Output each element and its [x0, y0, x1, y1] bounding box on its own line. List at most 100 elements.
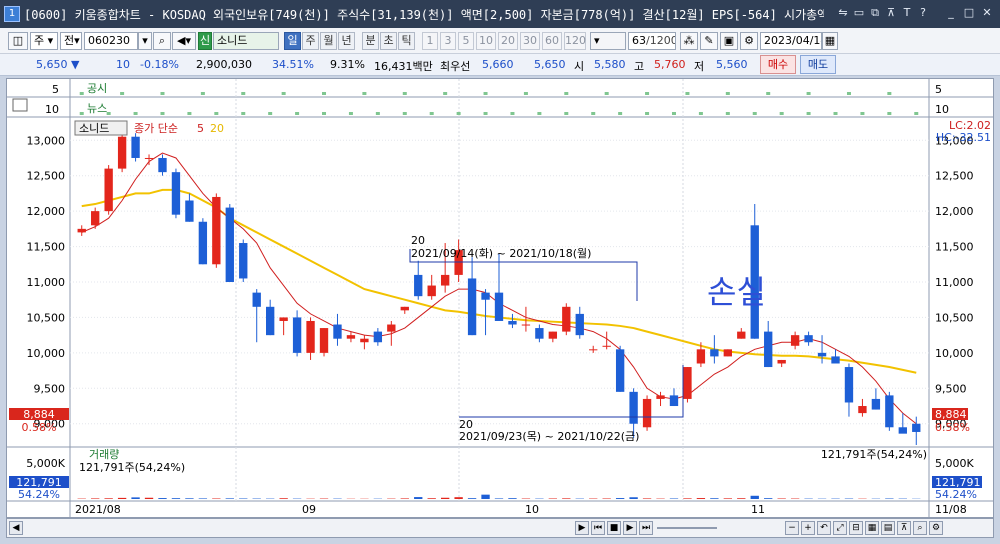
volume-info-right: 121,791주(54,24%)	[821, 448, 927, 461]
pin-icon-bottom[interactable]: ⊼	[897, 521, 911, 535]
scroll-right-icon[interactable]: ▶	[575, 521, 589, 535]
draw-icon[interactable]: ✎	[700, 32, 718, 50]
candle-body	[898, 427, 907, 434]
window-title: [0600] 키움종합차트 - KOSDAQ 외국인보유[749(천)] 주식수…	[24, 8, 824, 22]
pin-icon[interactable]: ⊼	[884, 6, 898, 20]
volume-bar	[117, 497, 127, 499]
text-icon[interactable]: T	[900, 6, 914, 20]
restore-group-icon[interactable]: ▭	[852, 6, 866, 20]
interval-1[interactable]: 1	[422, 32, 438, 50]
volume-bar	[494, 498, 504, 499]
chart-scrollbar[interactable]: ◀ ▶ ⏮ ■ ▶ ⏭ − + ↶ ⤢ ⊟ ▦ ▤ ⊼ ⌕ ⚙	[6, 518, 994, 538]
candle-body	[333, 324, 342, 339]
loss-annotation: 손실	[707, 273, 766, 311]
volume-bar	[723, 498, 732, 499]
volume-bar	[440, 497, 450, 499]
stock-code-input[interactable]: 060230	[84, 32, 138, 50]
title-bar: 1 [0600] 키움종합차트 - KOSDAQ 외국인보유[749(천)] 주…	[0, 0, 1000, 28]
market-select[interactable]: 주 ▾	[30, 32, 58, 50]
grid-icon[interactable]: ▦	[865, 521, 879, 535]
candle-body	[508, 320, 517, 325]
news-mark	[402, 112, 407, 115]
sell-button[interactable]: 매도	[800, 55, 836, 74]
undo-icon[interactable]: ↶	[817, 521, 831, 535]
period-minute[interactable]: 분	[362, 32, 379, 50]
first-icon[interactable]: ⏮	[591, 521, 605, 535]
x-label-nov: 11	[751, 503, 765, 516]
news-mark	[348, 112, 353, 115]
period-year[interactable]: 년	[338, 32, 355, 50]
zoom-in-icon[interactable]: +	[801, 521, 815, 535]
news-mark	[106, 112, 111, 115]
interval-60[interactable]: 60	[542, 32, 562, 50]
speaker-icon[interactable]: ◀▾	[172, 32, 196, 50]
scroll-left-icon[interactable]: ◀	[9, 521, 23, 535]
candle-body	[117, 136, 127, 169]
turnover-rate: 34.51%	[272, 58, 314, 71]
save-icon[interactable]: ▣	[720, 32, 738, 50]
calendar-icon[interactable]: ▦	[822, 32, 838, 50]
minimize-icon[interactable]: _	[944, 6, 958, 20]
y-tick-label-left: 10,000	[27, 347, 66, 360]
period-week[interactable]: 주	[302, 32, 319, 50]
layout-icon[interactable]: ◫	[8, 32, 28, 50]
y-tick-label-left: 11,000	[27, 276, 66, 289]
layout-panel-icon[interactable]: ▤	[881, 521, 895, 535]
period-second[interactable]: 초	[380, 32, 397, 50]
notice-label: 공시	[87, 82, 107, 95]
y-tick-label-right: 10,000	[935, 347, 974, 360]
interval-3[interactable]: 3	[440, 32, 456, 50]
indicator-icon[interactable]: ⁂	[680, 32, 698, 50]
chart-area[interactable]: 9,000 9,000 9,500 9,500 10,000 10,000 10,500 10…	[6, 78, 994, 518]
period-month[interactable]: 월	[320, 32, 337, 50]
last-icon[interactable]: ⏭	[639, 521, 653, 535]
zoom-icon[interactable]: ⌕	[913, 521, 927, 535]
date-input[interactable]: 2023/04/14	[760, 32, 822, 50]
copy-icon[interactable]: ⧉	[868, 6, 882, 20]
custom-interval-input[interactable]: ▾	[590, 32, 626, 50]
current-pct-left: 0.58%	[22, 421, 57, 434]
hc-label: HC:-32.51	[936, 131, 991, 144]
settings-icon-bottom[interactable]: ⚙	[929, 521, 943, 535]
gear-icon[interactable]: ⚙	[740, 32, 758, 50]
volume-bar	[454, 497, 463, 499]
news-mark	[241, 112, 246, 115]
notice-mark	[766, 92, 771, 95]
market2-select[interactable]: 전▾	[60, 32, 82, 50]
stop-icon[interactable]: ■	[607, 521, 621, 535]
zoom-out-icon[interactable]: −	[785, 521, 799, 535]
notice-mark	[483, 92, 488, 95]
interval-10[interactable]: 10	[476, 32, 496, 50]
help-icon[interactable]: ?	[916, 6, 930, 20]
link-icon[interactable]: ⇋	[836, 6, 850, 20]
notice-mark	[120, 92, 125, 95]
play-icon[interactable]: ▶	[623, 521, 637, 535]
high-price: 5,760	[654, 58, 686, 71]
maximize-icon[interactable]: □	[962, 6, 976, 20]
candle-body	[723, 349, 732, 357]
count-input[interactable]: 63/1200	[628, 32, 676, 50]
change-percent: -0.18%	[140, 58, 179, 71]
zoom-fit-icon[interactable]: ⤢	[833, 521, 847, 535]
interval-5[interactable]: 5	[458, 32, 474, 50]
candle-body	[319, 328, 329, 353]
candle-body	[777, 359, 786, 364]
interval-120[interactable]: 120	[564, 32, 586, 50]
code-dropdown-icon[interactable]: ▾	[138, 32, 152, 50]
interval-20[interactable]: 20	[498, 32, 518, 50]
interval-30[interactable]: 30	[520, 32, 540, 50]
trade-volume: 2,900,030	[196, 58, 252, 71]
price-chart[interactable]: 9,000 9,0009,500 9,50010,000 10,00010,500 10…	[7, 79, 993, 517]
notice-mark	[79, 92, 84, 95]
candle-body	[266, 306, 275, 336]
period-tick[interactable]: 틱	[398, 32, 415, 50]
stock-name-field[interactable]: 소니드	[213, 32, 279, 50]
period-day[interactable]: 일	[284, 32, 301, 50]
candle-body	[239, 243, 248, 279]
buy-button[interactable]: 매수	[760, 55, 796, 74]
speed-slider[interactable]	[657, 527, 717, 529]
notice-mark	[685, 92, 690, 95]
search-icon[interactable]: ⌕	[153, 32, 171, 50]
compare-icon[interactable]: ⊟	[849, 521, 863, 535]
close-icon[interactable]: ✕	[980, 6, 994, 20]
